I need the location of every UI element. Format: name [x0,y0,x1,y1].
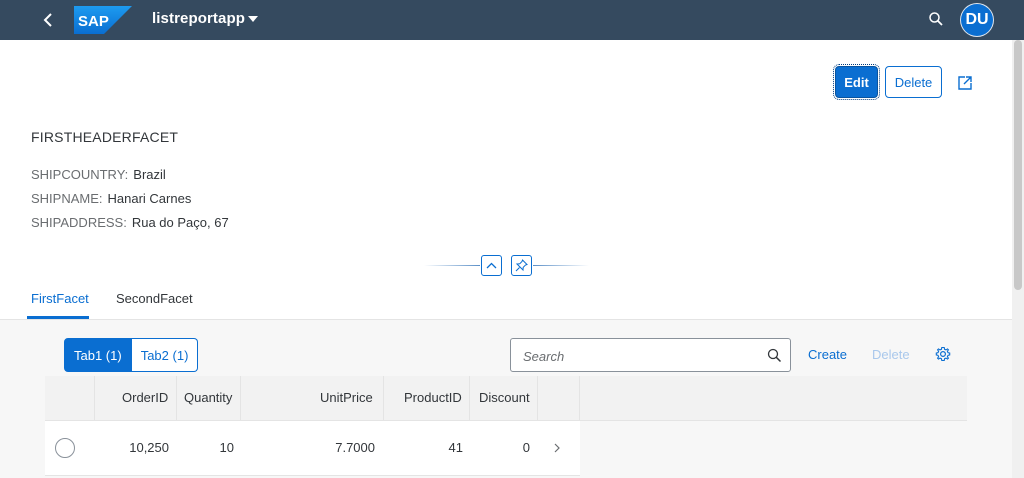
table-segmented-button: Tab1 (1) Tab2 (1) [64,338,199,372]
row-select-radio[interactable] [55,438,75,458]
cell-productid: 41 [448,440,463,455]
share-icon[interactable] [956,74,974,92]
scrollbar-thumb[interactable] [1014,40,1022,290]
create-button[interactable]: Create [808,347,847,362]
cell-unitprice: 7.7000 [335,440,375,455]
avatar[interactable]: DU [961,4,993,36]
column-header-productid[interactable]: ProductID [404,390,462,405]
column-separator [240,376,241,420]
collapse-divider-right [533,265,589,266]
tab-secondfacet[interactable]: SecondFacet [116,291,193,306]
column-separator [469,376,470,420]
field-label: SHIPCOUNTRY: [31,167,129,182]
field-value: Hanari Carnes [107,191,192,206]
header-facet-title: FIRSTHEADERFACET [31,129,179,145]
pin-icon [515,259,528,272]
column-separator [537,376,538,420]
search-icon[interactable] [767,348,782,363]
caret-down-icon[interactable] [248,15,258,23]
segment-tab1[interactable]: Tab1 (1) [64,338,132,372]
cell-orderid: 10,250 [129,440,169,455]
cell-discount: 0 [522,440,530,455]
svg-text:SAP: SAP [78,13,109,30]
shell-bar: SAP listreportapp DU [0,0,1024,40]
back-icon[interactable] [38,8,58,32]
header-divider [0,319,1012,320]
collapse-icon [486,262,497,269]
app-title[interactable]: listreportapp [152,10,245,27]
column-separator [94,376,95,420]
column-separator [383,376,384,420]
collapse-divider-left [424,265,480,266]
search-input[interactable] [521,346,755,366]
object-page-header: Edit Delete FIRSTHEADERFACET SHIPCOUNTRY… [0,40,1012,320]
field-value: Brazil [133,167,166,182]
column-header-orderid[interactable]: OrderID [122,390,168,405]
field-label: SHIPNAME: [31,191,103,206]
field-shipname: SHIPNAME: Hanari Carnes [31,191,191,206]
field-shipcountry: SHIPCOUNTRY: Brazil [31,167,166,182]
field-shipaddress: SHIPADDRESS: Rua do Paço, 67 [31,215,229,230]
segment-tab2[interactable]: Tab2 (1) [131,338,199,372]
delete-button[interactable]: Delete [885,66,942,98]
collapse-header-button[interactable] [481,255,502,276]
pin-header-button[interactable] [511,255,532,276]
search-icon[interactable] [928,11,944,27]
table-delete-button[interactable]: Delete [872,347,910,362]
cell-quantity: 10 [219,440,234,455]
column-separator [176,376,177,420]
column-separator [579,376,580,420]
field-value: Rua do Paço, 67 [131,215,229,230]
tab-firstfacet[interactable]: FirstFacet [31,291,89,306]
column-header-quantity[interactable]: Quantity [184,390,232,405]
column-header-discount[interactable]: Discount [479,390,530,405]
chevron-right-icon[interactable] [553,442,561,454]
edit-button[interactable]: Edit [833,64,880,100]
table-search-field[interactable] [510,338,791,372]
page-scrollbar[interactable] [1012,40,1024,478]
field-label: SHIPADDRESS: [31,215,127,230]
sap-logo[interactable]: SAP [74,6,132,34]
column-header-unitprice[interactable]: UnitPrice [320,390,373,405]
gear-icon[interactable] [935,346,951,362]
